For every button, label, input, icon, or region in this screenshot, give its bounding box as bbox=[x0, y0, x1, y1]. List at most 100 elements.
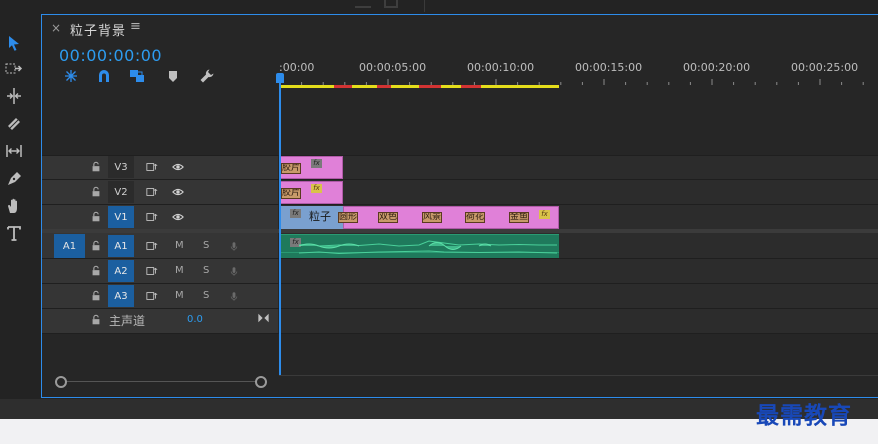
top-bar bbox=[0, 0, 878, 12]
mute-button[interactable]: M bbox=[175, 240, 184, 251]
clip-thumbnail: 风景 bbox=[422, 212, 442, 223]
fx-badge: fx bbox=[311, 184, 322, 193]
track-target-a2[interactable]: A2 bbox=[108, 260, 134, 282]
timeline-panel: × 粒子背景 ≡ 00:00:00:00 :00:00 00:00:05:00 … bbox=[41, 14, 878, 398]
ripple-edit-tool-icon[interactable] bbox=[4, 86, 24, 106]
sync-lock-icon[interactable] bbox=[145, 185, 159, 199]
clip-thumbnail: 胶片 bbox=[281, 163, 301, 174]
render-bar-red bbox=[419, 85, 441, 88]
track-target-a3[interactable]: A3 bbox=[108, 285, 134, 307]
nest-icon[interactable] bbox=[63, 68, 79, 84]
lock-icon[interactable] bbox=[89, 210, 103, 224]
track-divider bbox=[42, 179, 878, 180]
ruler-label: 00:00:15:00 bbox=[575, 61, 643, 74]
clip-name: 粒子 bbox=[309, 210, 331, 223]
clip-v3[interactable]: 胶片 fx bbox=[279, 156, 343, 179]
clip-thumbnail: 金鱼 bbox=[509, 212, 529, 223]
fx-badge: fx bbox=[539, 210, 550, 219]
lock-icon[interactable] bbox=[89, 313, 103, 327]
slip-tool-icon[interactable] bbox=[4, 141, 24, 161]
lock-icon[interactable] bbox=[89, 264, 103, 278]
playhead-timecode[interactable]: 00:00:00:00 bbox=[59, 46, 162, 65]
track-divider bbox=[42, 308, 878, 309]
window-ghost-icon bbox=[384, 0, 398, 8]
master-volume-value[interactable]: 0.0 bbox=[187, 314, 203, 325]
video-audio-divider bbox=[42, 229, 878, 233]
clip-v2[interactable]: 胶片 fx bbox=[279, 181, 343, 204]
panel-menu-icon[interactable]: ≡ bbox=[130, 19, 141, 34]
scrollbar-end-handle[interactable] bbox=[255, 376, 267, 388]
sync-lock-icon[interactable] bbox=[145, 264, 159, 278]
mute-button[interactable]: M bbox=[175, 290, 184, 301]
selection-tool-icon[interactable] bbox=[4, 33, 24, 53]
sync-lock-icon[interactable] bbox=[145, 160, 159, 174]
clip-thumbnail: 双色 bbox=[378, 212, 398, 223]
clip-thumbnail: 荷花 bbox=[465, 212, 485, 223]
watermark: 最需教育 bbox=[756, 402, 852, 429]
top-divider bbox=[424, 0, 425, 12]
pen-tool-icon[interactable] bbox=[4, 169, 24, 189]
go-to-edit-point-icon[interactable] bbox=[256, 311, 270, 325]
track-target-a1[interactable]: A1 bbox=[108, 235, 134, 257]
clip-thumbnail: 胶片 bbox=[281, 188, 301, 199]
add-marker-icon[interactable] bbox=[165, 68, 181, 84]
render-bar-red bbox=[377, 85, 391, 88]
track-target-v3[interactable]: V3 bbox=[108, 156, 134, 178]
lock-icon[interactable] bbox=[89, 289, 103, 303]
clip-v1-particle[interactable]: fx 粒子 bbox=[279, 206, 343, 229]
microphone-icon[interactable] bbox=[227, 289, 241, 303]
render-bar-red bbox=[461, 85, 481, 88]
track-divider bbox=[42, 155, 878, 156]
horizontal-scrollbar[interactable] bbox=[61, 381, 262, 382]
eye-icon[interactable] bbox=[171, 160, 185, 174]
mute-button[interactable]: M bbox=[175, 265, 184, 276]
track-divider bbox=[42, 333, 878, 334]
clip-v1-images[interactable]: 圆形 双色 风景 荷花 金鱼 fx bbox=[338, 206, 559, 229]
time-ruler[interactable]: :00:00 00:00:05:00 00:00:10:00 00:00:15:… bbox=[279, 61, 878, 89]
track-select-tool-icon[interactable] bbox=[4, 59, 24, 79]
linked-selection-icon[interactable] bbox=[129, 68, 145, 84]
hand-tool-icon[interactable] bbox=[4, 196, 24, 216]
snap-magnet-icon[interactable] bbox=[96, 68, 112, 84]
sequence-tab-bar: × 粒子背景 ≡ bbox=[42, 15, 878, 43]
scrollbar-start-handle[interactable] bbox=[55, 376, 67, 388]
lock-icon[interactable] bbox=[89, 160, 103, 174]
ruler-label: 00:00:20:00 bbox=[683, 61, 751, 74]
playhead-line[interactable] bbox=[279, 75, 281, 375]
eye-icon[interactable] bbox=[171, 185, 185, 199]
render-bar-red bbox=[334, 85, 352, 88]
sync-lock-icon[interactable] bbox=[145, 210, 159, 224]
track-area-bottom-line bbox=[279, 375, 878, 376]
source-patch-a1[interactable]: A1 bbox=[54, 234, 85, 258]
undo-ghost-icon bbox=[355, 0, 371, 8]
solo-button[interactable]: S bbox=[203, 240, 209, 251]
track-target-v2[interactable]: V2 bbox=[108, 181, 134, 203]
sync-lock-icon[interactable] bbox=[145, 239, 159, 253]
fx-badge: fx bbox=[311, 159, 322, 168]
ruler-label: 00:00:10:00 bbox=[467, 61, 535, 74]
master-track-label: 主声道 bbox=[109, 314, 146, 328]
solo-button[interactable]: S bbox=[203, 290, 209, 301]
microphone-icon[interactable] bbox=[227, 239, 241, 253]
clip-thumbnail: 圆形 bbox=[338, 212, 358, 223]
microphone-icon[interactable] bbox=[227, 264, 241, 278]
sequence-tab-title[interactable]: 粒子背景 bbox=[70, 20, 126, 39]
bottom-white-area bbox=[0, 419, 878, 444]
audio-waveform bbox=[279, 240, 559, 255]
ruler-label: :00:00 bbox=[279, 61, 315, 74]
bottom-strip bbox=[0, 399, 878, 419]
razor-tool-icon[interactable] bbox=[4, 114, 24, 134]
fx-badge: fx bbox=[290, 209, 301, 218]
lock-icon[interactable] bbox=[89, 185, 103, 199]
sync-lock-icon[interactable] bbox=[145, 289, 159, 303]
eye-icon[interactable] bbox=[171, 210, 185, 224]
clip-a1-audio[interactable]: fx bbox=[279, 234, 559, 258]
solo-button[interactable]: S bbox=[203, 265, 209, 276]
close-tab-button[interactable]: × bbox=[51, 21, 61, 35]
track-divider bbox=[42, 283, 878, 284]
type-tool-icon[interactable] bbox=[4, 223, 24, 243]
ruler-label: 00:00:05:00 bbox=[359, 61, 427, 74]
track-target-v1[interactable]: V1 bbox=[108, 206, 134, 228]
timeline-settings-wrench-icon[interactable] bbox=[199, 68, 215, 84]
lock-icon[interactable] bbox=[89, 239, 103, 253]
